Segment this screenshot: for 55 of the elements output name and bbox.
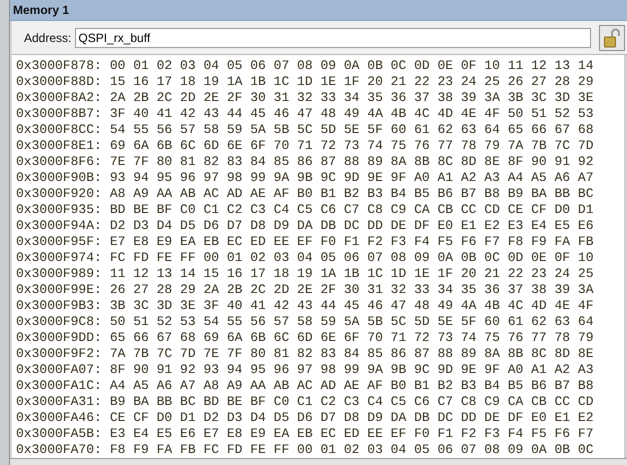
memory-address: 0x3000F989: [16,266,102,282]
memory-bytes: CE CF D0 D1 D2 D3 D4 D5 D6 D7 D8 D9 DA DB DC DD DE DF E0 E1 E2 [110,410,594,426]
memory-bytes: 3B 3C 3D 3E 3F 40 41 42 43 44 45 46 47 48 49 4A 4B 4C 4D 4E 4F [110,298,594,314]
memory-address: 0x3000FA07: [16,362,102,378]
memory-address: 0x3000F88D: [16,74,102,90]
memory-address: 0x3000F8E1: [16,138,102,154]
memory-address: 0x3000F9C8: [16,314,102,330]
memory-bytes: A4 A5 A6 A7 A8 A9 AA AB AC AD AE AF B0 B1 B2 B3 B4 B5 B6 B7 B8 [110,378,594,394]
padlock-icon [604,28,620,48]
memory-address: 0x3000FA70: [16,442,102,458]
memory-address: 0x3000F8B7: [16,106,102,122]
address-label: Address: [24,30,72,44]
memory-bytes: 2A 2B 2C 2D 2E 2F 30 31 32 33 34 35 36 37 38 39 3A 3B 3C 3D 3E [110,90,594,106]
memory-bytes: BD BE BF C0 C1 C2 C3 C4 C5 C6 C7 C8 C9 CA CB CC CD CE CF D0 D1 [110,202,594,218]
memory-address: 0x3000F9F2: [16,346,102,362]
address-field[interactable]: QSPI_rx_buff [75,28,591,48]
memory-address: 0x3000FA46: [16,410,102,426]
memory-bytes: 11 12 13 14 15 16 17 18 19 1A 1B 1C 1D 1E 1F 20 21 22 23 24 25 [110,266,594,282]
memory-address: 0x3000FA31: [16,394,102,410]
memory-bytes: B9 BA BB BC BD BE BF C0 C1 C2 C3 C4 C5 C6 C7 C8 C9 CA CB CC CD [110,394,594,410]
memory-address: 0x3000F8CC: [16,122,102,138]
memory-bytes: 8F 90 91 92 93 94 95 96 97 98 99 9A 9B 9C 9D 9E 9F A0 A1 A2 A3 [110,362,594,378]
memory-address: 0x3000F878: [16,58,102,74]
memory-bytes: 3F 40 41 42 43 44 45 46 47 48 49 4A 4B 4C 4D 4E 4F 50 51 52 53 [110,106,594,122]
memory-bytes: A8 A9 AA AB AC AD AE AF B0 B1 B2 B3 B4 B5 B6 B7 B8 B9 BA BB BC [110,186,594,202]
memory-bytes: E7 E8 E9 EA EB EC ED EE EF F0 F1 F2 F3 F4 F5 F6 F7 F8 F9 FA FB [110,234,594,250]
memory-address: 0x3000F8F6: [16,154,102,170]
memory-bytes: 93 94 95 96 97 98 99 9A 9B 9C 9D 9E 9F A0 A1 A2 A3 A4 A5 A6 A7 [110,170,594,186]
memory-bytes: 7E 7F 80 81 82 83 84 85 86 87 88 89 8A 8B 8C 8D 8E 8F 90 91 92 [110,154,594,170]
memory-address: 0x3000F935: [16,202,102,218]
lock-button[interactable] [599,24,625,50]
memory-address: 0x3000F9B3: [16,298,102,314]
memory-bytes: D2 D3 D4 D5 D6 D7 D8 D9 DA DB DC DD DE DF E0 E1 E2 E3 E4 E5 E6 [110,218,594,234]
memory-address: 0x3000F95F: [16,234,102,250]
memory-address: 0x3000F8A2: [16,90,102,106]
memory-address: 0x3000F99E: [16,282,102,298]
memory-bytes: FC FD FE FF 00 01 02 03 04 05 06 07 08 09 0A 0B 0C 0D 0E 0F 10 [110,250,594,266]
memory-bytes: E3 E4 E5 E6 E7 E8 E9 EA EB EC ED EE EF F0 F1 F2 F3 F4 F5 F6 F7 [110,426,594,442]
memory-address: 0x3000FA5B: [16,426,102,442]
memory-address: 0x3000F920: [16,186,102,202]
memory-bytes: 00 01 02 03 04 05 06 07 08 09 0A 0B 0C 0D 0E 0F 10 11 12 13 14 [110,58,594,74]
memory-address: 0x3000FA1C: [16,378,102,394]
memory-bytes: F8 F9 FA FB FC FD FE FF 00 01 02 03 04 05 06 07 08 09 0A 0B 0C [110,442,594,458]
memory-bytes: 26 27 28 29 2A 2B 2C 2D 2E 2F 30 31 32 33 34 35 36 37 38 39 3A [110,282,594,298]
memory-bytes: 65 66 67 68 69 6A 6B 6C 6D 6E 6F 70 71 72 73 74 75 76 77 78 79 [110,330,594,346]
memory-bytes: 7A 7B 7C 7D 7E 7F 80 81 82 83 84 85 86 87 88 89 8A 8B 8C 8D 8E [110,346,594,362]
memory-address: 0x3000F90B: [16,170,102,186]
memory-address: 0x3000F9DD: [16,330,102,346]
memory-bytes: 69 6A 6B 6C 6D 6E 6F 70 71 72 73 74 75 76 77 78 79 7A 7B 7C 7D [110,138,594,154]
memory-bytes: 15 16 17 18 19 1A 1B 1C 1D 1E 1F 20 21 22 23 24 25 26 27 28 29 [110,74,594,90]
memory-address: 0x3000F974: [16,250,102,266]
memory-address: 0x3000F94A: [16,218,102,234]
window-title: Memory 1 [13,3,70,17]
memory-bytes: 50 51 52 53 54 55 56 57 58 59 5A 5B 5C 5D 5E 5F 60 61 62 63 64 [110,314,594,330]
memory-bytes: 54 55 56 57 58 59 5A 5B 5C 5D 5E 5F 60 61 62 63 64 65 66 67 68 [110,122,594,138]
